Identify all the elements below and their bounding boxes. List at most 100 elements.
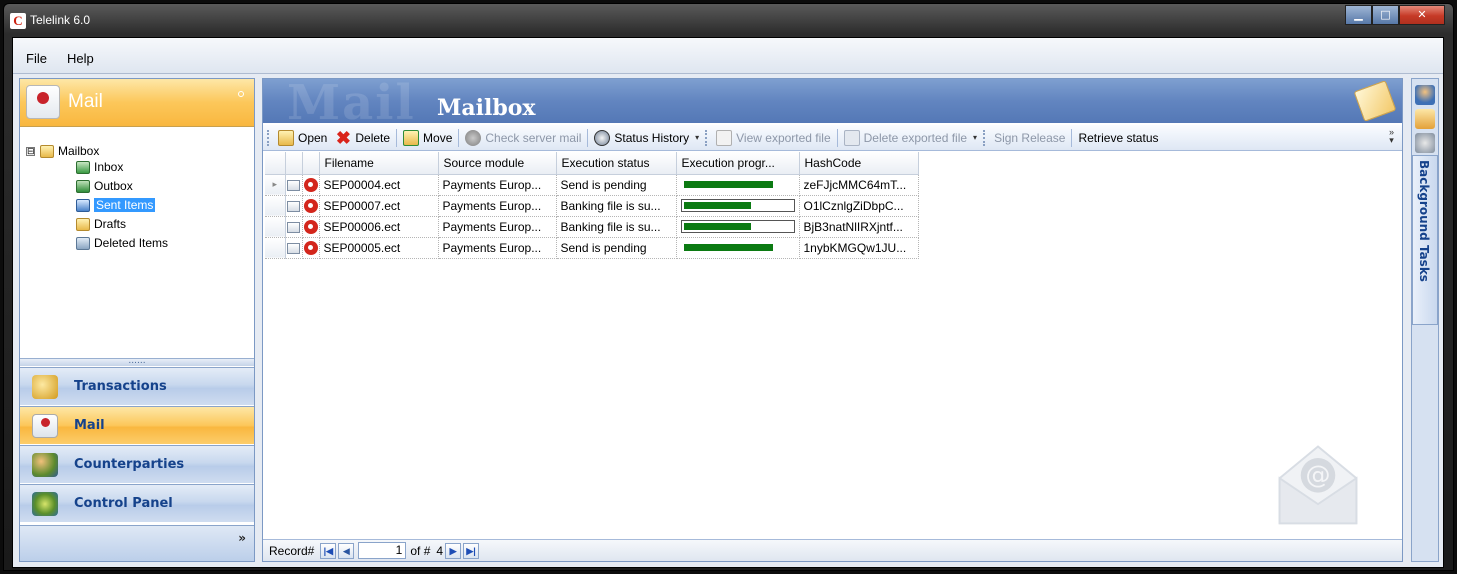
maximize-button[interactable]: □ bbox=[1372, 5, 1399, 25]
status-history-button[interactable]: Status History bbox=[590, 127, 693, 149]
cell-source-module[interactable]: Payments Europ... bbox=[438, 195, 557, 217]
row-indicator[interactable] bbox=[265, 195, 286, 217]
column-header-source-module[interactable]: Source module bbox=[438, 152, 557, 175]
tree-item-deleted-items[interactable]: Deleted Items bbox=[76, 235, 168, 251]
icon-column-header bbox=[302, 152, 320, 175]
tree-item-drafts[interactable]: Drafts bbox=[76, 216, 126, 232]
cell-execution-status[interactable]: Send is pending bbox=[556, 237, 677, 259]
cell-source-module[interactable]: Payments Europ... bbox=[438, 174, 557, 196]
title-bar[interactable]: C Telelink 6.0 ▁ □ ✕ bbox=[4, 4, 1453, 40]
toolbar-more-icon[interactable]: » ▾ bbox=[1389, 128, 1394, 145]
cell-execution-progress[interactable] bbox=[676, 237, 800, 259]
cell-filename[interactable]: SEP00006.ect bbox=[319, 216, 439, 238]
column-header-execution-progress[interactable]: Execution progr... bbox=[676, 152, 800, 175]
nav-header: Mail bbox=[20, 79, 254, 127]
collapse-icon[interactable]: ⊟ bbox=[26, 146, 35, 156]
view-exported-file-button[interactable]: View exported file bbox=[712, 127, 835, 149]
pin-icon[interactable] bbox=[238, 91, 244, 97]
minimize-button[interactable]: ▁ bbox=[1345, 5, 1372, 25]
previous-record-button[interactable]: ◀ bbox=[338, 542, 355, 559]
toolbar-grip[interactable] bbox=[267, 129, 270, 146]
note-icon[interactable] bbox=[1415, 109, 1435, 129]
nav-button-mail[interactable]: Mail bbox=[20, 406, 254, 444]
toolbar-grip[interactable] bbox=[983, 129, 986, 146]
tree-item-mailbox[interactable]: ⊟ Mailbox bbox=[26, 143, 99, 159]
cell-hashcode[interactable]: O1lCznlgZiDbpC... bbox=[799, 195, 919, 217]
cell-filename[interactable]: SEP00004.ect bbox=[319, 174, 439, 196]
close-button[interactable]: ✕ bbox=[1399, 5, 1445, 25]
envelope-icon bbox=[1353, 80, 1397, 122]
column-header-hashcode[interactable]: HashCode bbox=[799, 152, 919, 175]
column-header-execution-status[interactable]: Execution status bbox=[556, 152, 677, 175]
configure-buttons-chevron-icon[interactable]: » bbox=[238, 532, 246, 544]
first-record-button[interactable]: |◀ bbox=[320, 542, 337, 559]
cell-filename[interactable]: SEP00005.ect bbox=[319, 237, 439, 259]
grid-header-row: Filename Source module Execution status … bbox=[265, 152, 919, 175]
cell-execution-progress[interactable] bbox=[676, 195, 800, 217]
row-indicator-header bbox=[265, 152, 286, 175]
navigation-pane: Mail ⊟ Mailbox Inbox Outbox Sent Items D… bbox=[19, 78, 255, 562]
cell-filename[interactable]: SEP00007.ect bbox=[319, 195, 439, 217]
row-indicator[interactable]: ▸ bbox=[265, 174, 286, 196]
mail-toolbar: Open ✖ Delete Move Check server mail Sta… bbox=[263, 125, 1402, 151]
delete-document-icon bbox=[843, 129, 860, 146]
tree-item-sent-items[interactable]: Sent Items bbox=[76, 197, 156, 213]
nav-button-label: Counterparties bbox=[74, 457, 185, 472]
cell-source-module[interactable]: Payments Europ... bbox=[438, 216, 557, 238]
table-row[interactable]: SEP00006.ect Payments Europ... Banking fil… bbox=[265, 216, 919, 238]
delete-label: Delete bbox=[355, 130, 391, 145]
cell-hashcode[interactable]: zeFJjcMMC64mT... bbox=[799, 174, 919, 196]
tree-label: Sent Items bbox=[94, 198, 156, 212]
nav-button-label: Transactions bbox=[74, 379, 167, 394]
cell-execution-status[interactable]: Banking file is su... bbox=[556, 216, 677, 238]
column-header-filename[interactable]: Filename bbox=[319, 152, 439, 175]
cell-source-module[interactable]: Payments Europ... bbox=[438, 237, 557, 259]
panel-title: Mailbox bbox=[437, 95, 536, 121]
toolbar-grip[interactable] bbox=[705, 129, 708, 146]
nav-button-control-panel[interactable]: Control Panel bbox=[20, 484, 254, 522]
background-tasks-tab[interactable]: Background Tasks bbox=[1412, 155, 1438, 325]
menu-bar: File Help bbox=[13, 38, 1443, 74]
cell-execution-status[interactable]: Send is pending bbox=[556, 174, 677, 196]
toolbar-separator bbox=[396, 128, 398, 147]
cell-hashcode[interactable]: 1nybKMGQw1JU... bbox=[799, 237, 919, 259]
row-indicator[interactable] bbox=[265, 216, 286, 238]
open-label: Open bbox=[298, 130, 328, 145]
delete-exported-file-button[interactable]: Delete exported file bbox=[840, 127, 971, 149]
toolbar-overflow-icon[interactable]: ▾ bbox=[973, 133, 977, 142]
menu-file[interactable]: File bbox=[26, 51, 47, 66]
gear-icon[interactable] bbox=[1415, 133, 1435, 153]
next-record-button[interactable]: ▶ bbox=[445, 542, 462, 559]
user-icon[interactable] bbox=[1415, 85, 1435, 105]
check-server-mail-button[interactable]: Check server mail bbox=[461, 127, 585, 149]
table-row[interactable]: SEP00005.ect Payments Europ... Send is pen… bbox=[265, 237, 919, 259]
sign-release-button[interactable]: Sign Release bbox=[990, 127, 1069, 149]
message-cell bbox=[285, 174, 303, 196]
progress-fill bbox=[683, 181, 774, 188]
move-button[interactable]: Move bbox=[399, 127, 456, 149]
cell-execution-progress[interactable] bbox=[676, 174, 800, 196]
delete-button[interactable]: ✖ Delete bbox=[331, 127, 394, 149]
panel-header: Mail Mailbox bbox=[263, 75, 1402, 131]
message-cell bbox=[285, 237, 303, 259]
progress-bar bbox=[680, 199, 795, 212]
cell-hashcode[interactable]: BjB3natNlIRXjntf... bbox=[799, 216, 919, 238]
cell-execution-status[interactable]: Banking file is su... bbox=[556, 195, 677, 217]
record-number-input[interactable]: 1 bbox=[358, 542, 407, 559]
nav-button-counterparties[interactable]: Counterparties bbox=[20, 445, 254, 483]
progress-bar bbox=[680, 220, 795, 233]
cell-execution-progress[interactable] bbox=[676, 216, 800, 238]
row-indicator[interactable] bbox=[265, 237, 286, 259]
retrieve-status-button[interactable]: Retrieve status bbox=[1074, 127, 1162, 149]
table-row[interactable]: ▸ SEP00004.ect Payments Europ... Send is pe… bbox=[265, 174, 919, 196]
nav-splitter[interactable]: ...... bbox=[20, 357, 254, 366]
tree-item-outbox[interactable]: Outbox bbox=[76, 178, 133, 194]
open-button[interactable]: Open bbox=[274, 127, 331, 149]
envelope-icon bbox=[287, 242, 300, 254]
table-row[interactable]: SEP00007.ect Payments Europ... Banking fil… bbox=[265, 195, 919, 217]
nav-button-transactions[interactable]: Transactions bbox=[20, 367, 254, 405]
last-record-button[interactable]: ▶| bbox=[463, 542, 480, 559]
toolbar-overflow-icon[interactable]: ▾ bbox=[695, 133, 699, 142]
tree-item-inbox[interactable]: Inbox bbox=[76, 159, 123, 175]
menu-help[interactable]: Help bbox=[67, 51, 94, 66]
